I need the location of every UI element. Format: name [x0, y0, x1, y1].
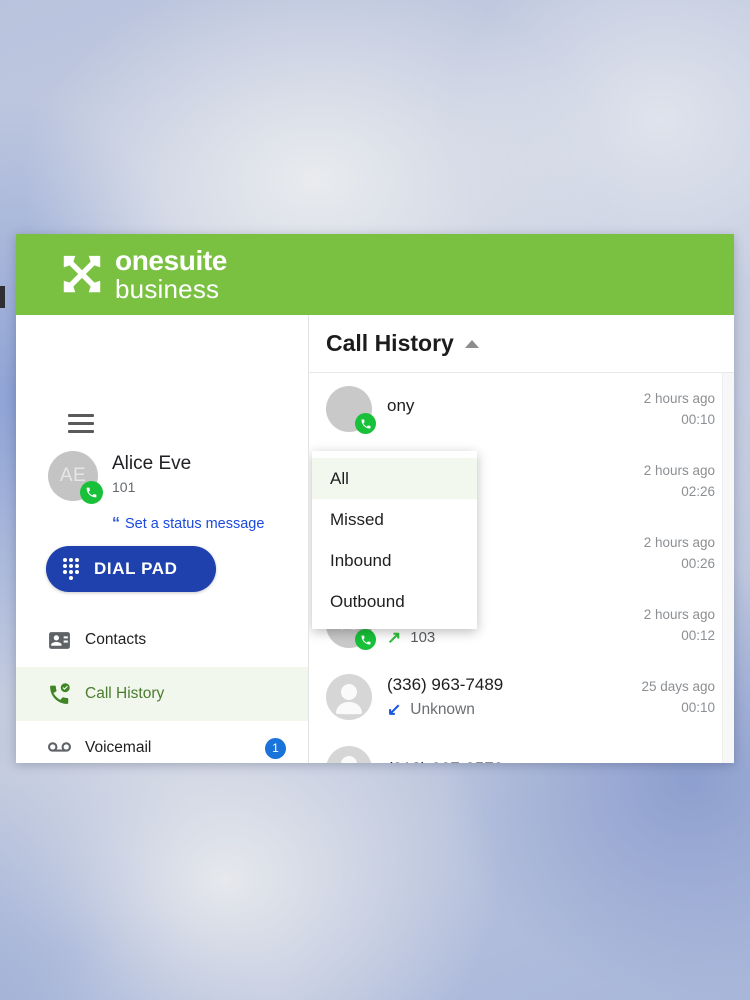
quote-icon: “	[112, 515, 120, 532]
avatar	[326, 386, 376, 434]
window-edge-marker	[0, 286, 5, 308]
dropdown-option-all[interactable]: All	[312, 458, 477, 499]
brand-name: onesuite business	[115, 245, 227, 304]
app-body: AE Alice Eve 101 “ Set a status message	[16, 315, 734, 763]
table-row[interactable]: ony 2 hours ago 00:10	[309, 373, 734, 445]
arrow-outgoing-icon: ↗	[387, 628, 402, 648]
dial-pad-label: DIAL PAD	[94, 559, 178, 578]
call-extension: 103	[410, 629, 436, 647]
call-timestamp: 2 hours ago	[643, 463, 715, 478]
call-info: (213) 227-8570	[387, 759, 503, 763]
avatar	[326, 746, 372, 763]
brand-header: onesuite business	[16, 234, 734, 315]
sidebar: AE Alice Eve 101 “ Set a status message	[16, 315, 309, 763]
hamburger-menu-icon[interactable]	[68, 414, 94, 433]
phone-available-icon	[80, 481, 103, 504]
page-title: Call History	[326, 330, 454, 356]
set-status-message-link[interactable]: “ Set a status message	[112, 515, 265, 533]
onesuite-business-app-window: onesuite business AE Alice Eve 101 “ Set…	[16, 234, 734, 763]
call-meta: 2 hours ago 00:10	[644, 391, 715, 427]
table-row[interactable]: (336) 963-7489 ↙ Unknown 25 days ago 00:…	[309, 661, 734, 733]
status-link-label: Set a status message	[125, 516, 265, 532]
call-timestamp: 25 days ago	[641, 679, 715, 694]
onesuite-x-logo-icon	[59, 252, 105, 298]
person-silhouette-icon	[341, 756, 357, 763]
call-history-pane: Call History ony 2 hours ago 00:10 2 hou…	[309, 315, 734, 763]
call-meta: 2 hours ago 02:26	[644, 463, 715, 499]
call-duration: 00:26	[681, 556, 715, 571]
dropdown-option-inbound[interactable]: Inbound	[312, 540, 477, 581]
contacts-card-icon	[47, 628, 85, 653]
call-info: ony	[387, 396, 414, 421]
sidebar-item-contacts[interactable]: Contacts	[16, 613, 308, 667]
call-contact-name: (213) 227-8570	[387, 759, 503, 763]
brand-name-line2: business	[115, 274, 220, 304]
sidebar-item-call-history[interactable]: Call History	[16, 667, 308, 721]
dial-pad-button[interactable]: DIAL PAD	[46, 546, 216, 592]
phone-badge-icon	[355, 413, 376, 434]
sidebar-item-label: Call History	[85, 685, 165, 702]
user-meta: Alice Eve 101	[112, 451, 191, 495]
call-duration: 00:12	[681, 628, 715, 643]
brand-name-line1: onesuite	[115, 245, 227, 276]
brand-logo: onesuite business	[59, 247, 227, 302]
pane-header: Call History	[309, 315, 734, 373]
call-sub: ↗ 103	[387, 629, 464, 646]
call-sub: ↙ Unknown	[387, 701, 503, 719]
sidebar-item-label: Voicemail	[85, 739, 152, 756]
call-contact-name: (336) 963-7489	[387, 675, 504, 695]
person-silhouette-icon	[336, 684, 362, 715]
dropdown-option-missed[interactable]: Missed	[312, 499, 477, 540]
avatar: AE	[48, 451, 103, 504]
call-history-phone-check-icon	[47, 682, 85, 707]
arrow-incoming-icon: ↙	[387, 700, 402, 720]
call-meta: 2 hours ago 00:26	[644, 535, 715, 571]
user-extension: 101	[112, 478, 136, 495]
call-duration: 02:26	[681, 484, 715, 499]
sidebar-item-voicemail[interactable]: Voicemail 1	[16, 721, 308, 763]
call-duration: 00:10	[681, 700, 715, 715]
call-timestamp: 2 hours ago	[643, 607, 715, 622]
chevron-up-icon[interactable]	[464, 339, 479, 348]
call-info: (336) 963-7489 ↙ Unknown	[387, 675, 503, 718]
call-timestamp: 2 hours ago	[643, 535, 715, 550]
scrollbar[interactable]	[722, 373, 734, 763]
call-meta: 25 days ago 00:10	[641, 679, 715, 715]
avatar	[326, 674, 372, 720]
user-name: Alice Eve	[112, 453, 192, 474]
call-contact-name: ony	[387, 396, 415, 416]
dialpad-icon	[62, 558, 80, 580]
table-row[interactable]: (213) 227-8570	[309, 733, 734, 763]
user-profile[interactable]: AE Alice Eve 101	[48, 451, 191, 504]
unread-badge: 1	[265, 737, 286, 759]
sidebar-item-label: Contacts	[85, 631, 147, 648]
call-meta: 2 hours ago 00:12	[644, 607, 715, 643]
call-filter-dropdown[interactable]: All Missed Inbound Outbound	[312, 451, 477, 629]
phone-badge-icon	[355, 629, 376, 650]
call-timestamp: 2 hours ago	[643, 391, 715, 406]
call-duration: 00:10	[681, 412, 715, 427]
voicemail-icon	[47, 736, 85, 761]
dropdown-option-outbound[interactable]: Outbound	[312, 581, 477, 622]
sidebar-nav: Contacts Call History Voicemail 1	[16, 613, 308, 763]
call-extension: Unknown	[410, 700, 475, 718]
